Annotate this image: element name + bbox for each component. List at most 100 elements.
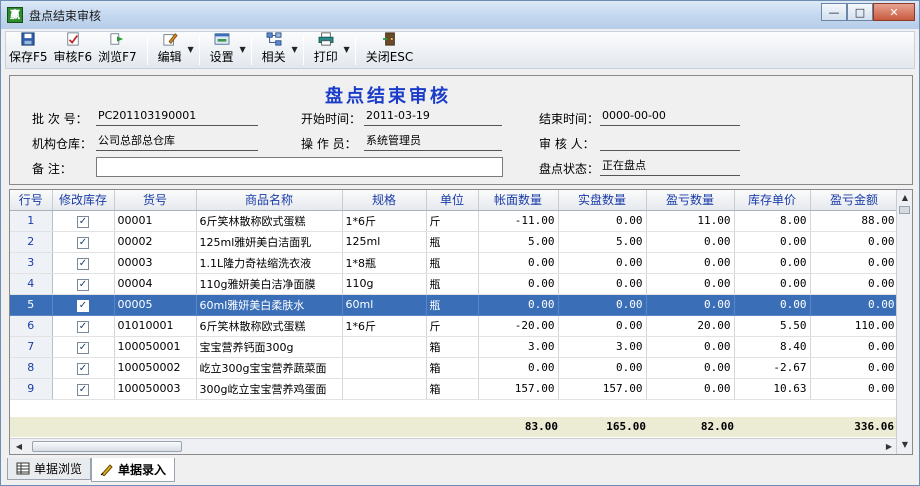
cell-amount[interactable]: 0.00 [810,378,899,400]
cell-price[interactable]: 8.40 [734,336,811,358]
cell-name[interactable]: 屹立300g宝宝营养蔬菜面 [196,357,343,379]
row-number[interactable]: 3 [10,252,53,274]
minimize-button[interactable]: — [821,3,847,21]
table-row[interactable]: 4 ✓ 00004 110g雅妍美白洁净面膜 110g 瓶 0.00 0.00 0.00 0.00… [10,273,899,295]
cell-unit[interactable]: 瓶 [426,252,479,274]
cell-unit[interactable]: 斤 [426,210,479,232]
horizontal-scrollbar[interactable]: ◀ ▶ [10,438,898,454]
modify-stock-checkbox[interactable]: ✓ [77,362,89,375]
cell-amount[interactable]: 0.00 [810,273,899,295]
cell-name[interactable]: 110g雅妍美白洁净面膜 [196,273,343,295]
cell-name[interactable]: 宝宝营养钙面300g [196,336,343,358]
cell-book[interactable]: 0.00 [478,294,559,316]
auditor-field[interactable] [600,133,740,151]
settings-dropdown-icon[interactable]: ▼ [240,45,246,54]
note-input[interactable] [96,157,503,177]
end-time-field[interactable]: 0000-00-00 [600,108,740,126]
cell-diff[interactable]: 20.00 [646,315,735,337]
cell-actual[interactable]: 0.00 [558,210,647,232]
cell-code[interactable]: 00004 [114,273,197,295]
cell-actual[interactable]: 0.00 [558,294,647,316]
cell-code[interactable]: 100050002 [114,357,197,379]
cell-amount[interactable]: 0.00 [810,231,899,253]
cell-spec[interactable]: 1*6斤 [342,315,427,337]
print-dropdown-icon[interactable]: ▼ [344,45,350,54]
cell-price[interactable]: 5.50 [734,315,811,337]
table-row[interactable]: 2 ✓ 00002 125ml雅妍美白洁面乳 125ml 瓶 5.00 5.00 0.00 0.0… [10,231,899,253]
cell-code[interactable]: 100050001 [114,336,197,358]
cell-code[interactable]: 100050003 [114,378,197,400]
print-button[interactable]: 打印 ▼ [311,32,350,68]
cell-code[interactable]: 00001 [114,210,197,232]
cell-book[interactable]: 3.00 [478,336,559,358]
cell-book[interactable]: 0.00 [478,252,559,274]
cell-book[interactable]: 157.00 [478,378,559,400]
cell-actual[interactable]: 157.00 [558,378,647,400]
cell-code[interactable]: 00003 [114,252,197,274]
table-row[interactable]: 6 ✓ 01010001 6斤笑林散称欧式蛋糕 1*6斤斤 -20.00 0.00 20.00… [10,315,899,337]
cell-code[interactable]: 01010001 [114,315,197,337]
cell-spec[interactable] [342,336,427,358]
cell-price[interactable]: 0.00 [734,273,811,295]
cell-amount[interactable]: 110.00 [810,315,899,337]
cell-book[interactable]: 0.00 [478,357,559,379]
table-row[interactable]: 5 ✓ 00005 60ml雅妍美白柔肤水 60ml 瓶 0.00 0.00 0.00 0.00 0… [10,294,899,316]
cell-spec[interactable]: 125ml [342,231,427,253]
settings-button[interactable]: 设置 ▼ [207,32,246,68]
cell-spec[interactable]: 60ml [342,294,427,316]
col-product-name[interactable]: 商品名称 [196,190,343,211]
row-number[interactable]: 9 [10,378,53,400]
cell-price[interactable]: 0.00 [734,231,811,253]
close-button[interactable]: 关闭ESC [363,32,417,68]
maximize-button[interactable]: □ [847,3,873,21]
scroll-left-icon[interactable]: ◀ [12,440,26,453]
row-number[interactable]: 6 [10,315,53,337]
cell-unit[interactable]: 箱 [426,357,479,379]
modify-stock-checkbox[interactable]: ✓ [77,383,89,396]
cell-book[interactable]: 0.00 [478,273,559,295]
cell-book[interactable]: 5.00 [478,231,559,253]
cell-unit[interactable]: 瓶 [426,273,479,295]
row-number[interactable]: 1 [10,210,53,232]
vertical-scroll-thumb[interactable] [899,206,910,214]
cell-amount[interactable]: 0.00 [810,294,899,316]
col-diff-qty[interactable]: 盈亏数量 [646,190,735,211]
cell-diff[interactable]: 0.00 [646,378,735,400]
close-window-button[interactable]: ✕ [873,3,915,21]
cell-name[interactable]: 6斤笑林散称欧式蛋糕 [196,315,343,337]
cell-actual[interactable]: 0.00 [558,273,647,295]
modify-stock-checkbox[interactable]: ✓ [77,278,89,291]
cell-unit[interactable]: 箱 [426,378,479,400]
table-row[interactable]: 1 ✓ 00001 6斤笑林散称欧式蛋糕 1*6斤斤 -11.00 0.00 11.00 8.0… [10,210,899,232]
cell-actual[interactable]: 0.00 [558,357,647,379]
col-unit-price[interactable]: 库存单价 [734,190,811,211]
batch-number-field[interactable]: PC201103190001 [96,108,258,126]
col-spec[interactable]: 规格 [342,190,427,211]
cell-diff[interactable]: 0.00 [646,357,735,379]
table-row[interactable]: 3 ✓ 00003 1.1L隆力奇袪缩洗衣液 1*8瓶瓶 0.00 0.00 0.00 0.00… [10,252,899,274]
table-row[interactable]: 8 ✓ 100050002 屹立300g宝宝营养蔬菜面箱 0.00 0.00 0.00 -2.… [10,357,899,379]
start-time-field[interactable]: 2011-03-19 [364,108,502,126]
row-number[interactable]: 7 [10,336,53,358]
warehouse-field[interactable]: 公司总部总仓库 [96,133,258,151]
cell-name[interactable]: 1.1L隆力奇袪缩洗衣液 [196,252,343,274]
cell-book[interactable]: -11.00 [478,210,559,232]
modify-stock-checkbox[interactable]: ✓ [77,299,89,312]
cell-amount[interactable]: 0.00 [810,336,899,358]
cell-spec[interactable] [342,378,427,400]
cell-diff[interactable]: 0.00 [646,231,735,253]
cell-price[interactable]: 0.00 [734,252,811,274]
cell-unit[interactable]: 箱 [426,336,479,358]
modify-stock-checkbox[interactable]: ✓ [77,341,89,354]
tab-document-entry[interactable]: 单据录入 [91,458,176,482]
cell-diff[interactable]: 0.00 [646,294,735,316]
cell-actual[interactable]: 5.00 [558,231,647,253]
cell-unit[interactable]: 瓶 [426,231,479,253]
modify-stock-checkbox[interactable]: ✓ [77,215,89,228]
edit-dropdown-icon[interactable]: ▼ [188,45,194,54]
cell-diff[interactable]: 0.00 [646,336,735,358]
modify-stock-checkbox[interactable]: ✓ [77,257,89,270]
table-row[interactable]: 9 ✓ 100050003 300g屹立宝宝营养鸡蛋面箱 157.00 157.00 0.0… [10,378,899,400]
tab-document-browse[interactable]: 单据浏览 [7,458,92,480]
cell-spec[interactable] [342,357,427,379]
